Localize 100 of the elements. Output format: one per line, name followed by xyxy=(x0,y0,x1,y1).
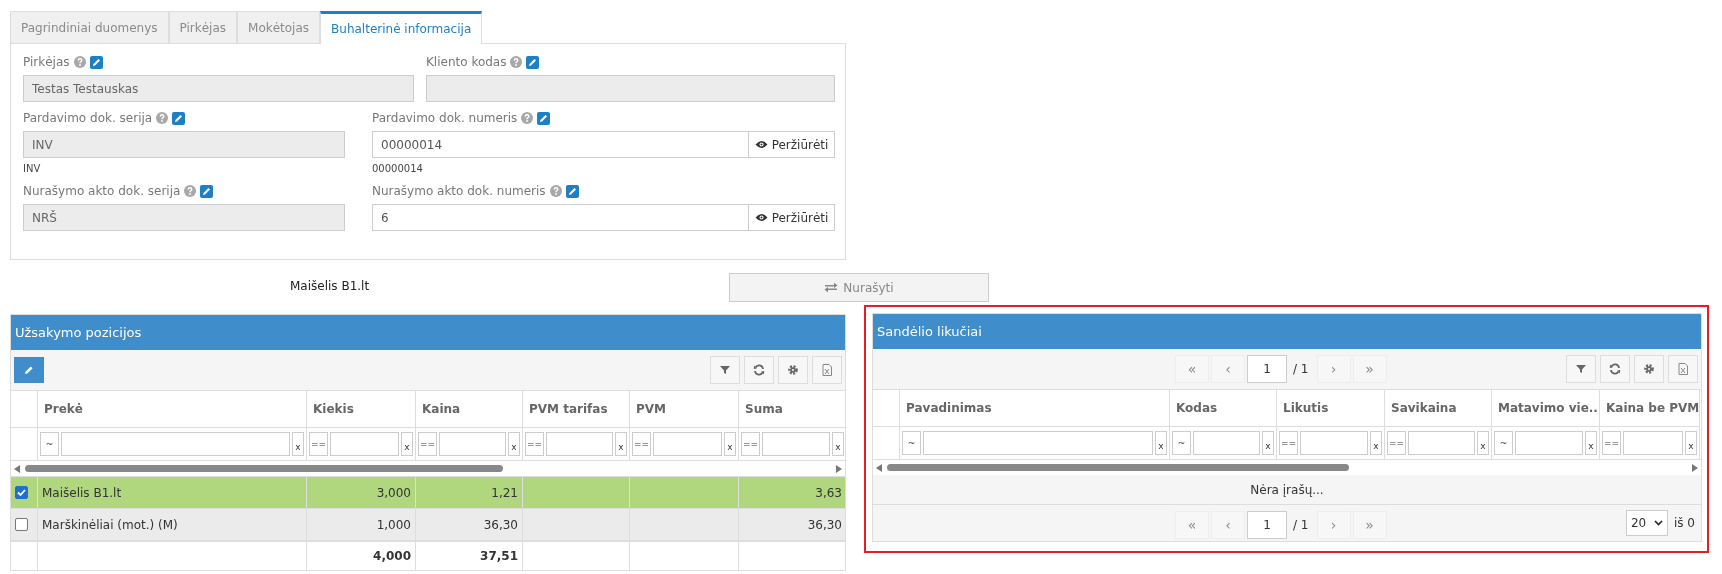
toolbar-button[interactable] xyxy=(710,356,740,384)
column-header[interactable]: PVM xyxy=(636,402,667,416)
filter-operator[interactable]: == xyxy=(1279,431,1298,455)
scrollbar-thumb[interactable] xyxy=(25,465,503,472)
tab[interactable]: Buhalterinė informacija xyxy=(320,11,483,44)
scroll-arrow-icon[interactable] xyxy=(1692,463,1698,472)
column-header[interactable]: Suma xyxy=(745,402,783,416)
filter-operator[interactable]: == xyxy=(525,432,544,456)
edit-icon[interactable] xyxy=(200,184,214,198)
clear-filter-button[interactable]: x xyxy=(832,432,844,456)
filter-operator[interactable]: ~ xyxy=(902,431,921,455)
clear-filter-button[interactable]: x xyxy=(1262,431,1274,455)
filter-field[interactable] xyxy=(1193,431,1260,455)
toolbar-button[interactable] xyxy=(1600,355,1630,383)
scrollbar-thumb[interactable] xyxy=(887,464,1349,471)
toolbar-button[interactable] xyxy=(1668,355,1698,383)
filter-operator[interactable]: == xyxy=(741,432,760,456)
page-size-select[interactable]: 20 xyxy=(1625,510,1668,536)
help-icon[interactable] xyxy=(549,185,562,197)
clear-filter-button[interactable]: x xyxy=(1477,431,1489,455)
edit-icon[interactable] xyxy=(565,184,579,198)
field-label: Pirkėjas xyxy=(23,55,70,69)
total-cell: 37,51 xyxy=(416,540,523,570)
view-button[interactable]: Peržiūrėti xyxy=(749,131,835,158)
filter-field[interactable] xyxy=(61,432,290,456)
scroll-arrow-icon[interactable] xyxy=(14,464,20,473)
filter-field[interactable] xyxy=(1300,431,1368,455)
text-field[interactable]: 00000014 xyxy=(372,131,749,158)
text-field[interactable]: NRŠ xyxy=(23,204,345,231)
filter-field[interactable] xyxy=(1515,431,1583,455)
filter-field[interactable] xyxy=(762,432,830,456)
help-icon[interactable] xyxy=(184,185,197,197)
page-field[interactable]: 1 xyxy=(1247,355,1287,383)
column-header[interactable]: Savikaina xyxy=(1391,401,1457,415)
toolbar-button[interactable] xyxy=(1634,355,1664,383)
filter-operator[interactable]: ~ xyxy=(1172,431,1191,455)
toolbar-button[interactable] xyxy=(1566,355,1596,383)
help-icon[interactable] xyxy=(510,56,523,68)
text-field[interactable]: INV xyxy=(23,131,345,158)
filter-field[interactable] xyxy=(330,432,399,456)
filter-operator[interactable]: == xyxy=(632,432,651,456)
clear-filter-button[interactable]: x xyxy=(615,432,627,456)
page-field[interactable]: 1 xyxy=(1247,511,1287,539)
column-header[interactable]: Likutis xyxy=(1283,401,1329,415)
column-header[interactable]: Kaina be PVM xyxy=(1606,401,1699,415)
column-header[interactable]: Kaina xyxy=(422,402,461,416)
scroll-arrow-icon[interactable] xyxy=(836,464,842,473)
scroll-arrow-icon[interactable] xyxy=(876,463,882,472)
table-cell: 1,000 xyxy=(307,508,416,540)
view-button[interactable]: Peržiūrėti xyxy=(749,204,835,231)
toolbar-button[interactable] xyxy=(812,356,842,384)
column-header[interactable]: Matavimo vie... xyxy=(1498,401,1599,415)
text-field[interactable]: 6 xyxy=(372,204,749,231)
row-checkbox[interactable] xyxy=(15,486,28,499)
edit-icon[interactable] xyxy=(537,111,551,125)
clear-filter-button[interactable]: x xyxy=(401,432,413,456)
chevron-down-icon xyxy=(1653,520,1663,526)
filter-operator[interactable]: ~ xyxy=(1494,431,1513,455)
filter-operator[interactable]: == xyxy=(1602,431,1621,455)
clear-filter-button[interactable]: x xyxy=(508,432,520,456)
table-cell: 36,30 xyxy=(739,508,845,540)
filter-field[interactable] xyxy=(923,431,1153,455)
column-header[interactable]: Kiekis xyxy=(313,402,354,416)
toolbar-button[interactable] xyxy=(744,356,774,384)
clear-filter-button[interactable]: x xyxy=(1685,431,1697,455)
field-label: Nurašymo akto dok. serija xyxy=(23,184,181,198)
clear-filter-button[interactable]: x xyxy=(292,432,304,456)
help-icon[interactable] xyxy=(156,112,169,124)
text-field[interactable] xyxy=(426,75,835,102)
field-label: Nurašymo akto dok. numeris xyxy=(372,184,546,198)
spreadsheet-export-icon xyxy=(1676,362,1690,376)
row-checkbox[interactable] xyxy=(15,518,28,531)
filter-field[interactable] xyxy=(439,432,506,456)
filter-field[interactable] xyxy=(1408,431,1475,455)
settings-icon xyxy=(786,363,800,377)
filter-operator[interactable]: == xyxy=(418,432,437,456)
clear-filter-button[interactable]: x xyxy=(1585,431,1597,455)
filter-field[interactable] xyxy=(653,432,722,456)
field-hint: INV xyxy=(23,163,42,175)
edit-button[interactable] xyxy=(14,357,44,383)
filter-operator[interactable]: == xyxy=(1387,431,1406,455)
toolbar-button[interactable] xyxy=(778,356,808,384)
help-icon[interactable] xyxy=(521,112,534,124)
filter-operator[interactable]: == xyxy=(309,432,328,456)
edit-icon[interactable] xyxy=(172,111,186,125)
filter-field[interactable] xyxy=(546,432,613,456)
swap-arrows-icon xyxy=(824,282,839,293)
column-header[interactable]: PVM tarifas xyxy=(529,402,608,416)
filter-field[interactable] xyxy=(1623,431,1683,455)
clear-filter-button[interactable]: x xyxy=(724,432,736,456)
help-icon[interactable] xyxy=(73,56,86,68)
clear-filter-button[interactable]: x xyxy=(1370,431,1382,455)
column-header[interactable]: Prekė xyxy=(44,402,83,416)
edit-icon[interactable] xyxy=(526,55,540,69)
edit-icon[interactable] xyxy=(89,55,103,69)
column-header[interactable]: Pavadinimas xyxy=(906,401,992,415)
column-header[interactable]: Kodas xyxy=(1176,401,1218,415)
filter-operator[interactable]: ~ xyxy=(40,432,59,456)
text-field[interactable]: Testas Testauskas xyxy=(23,75,414,102)
clear-filter-button[interactable]: x xyxy=(1155,431,1167,455)
